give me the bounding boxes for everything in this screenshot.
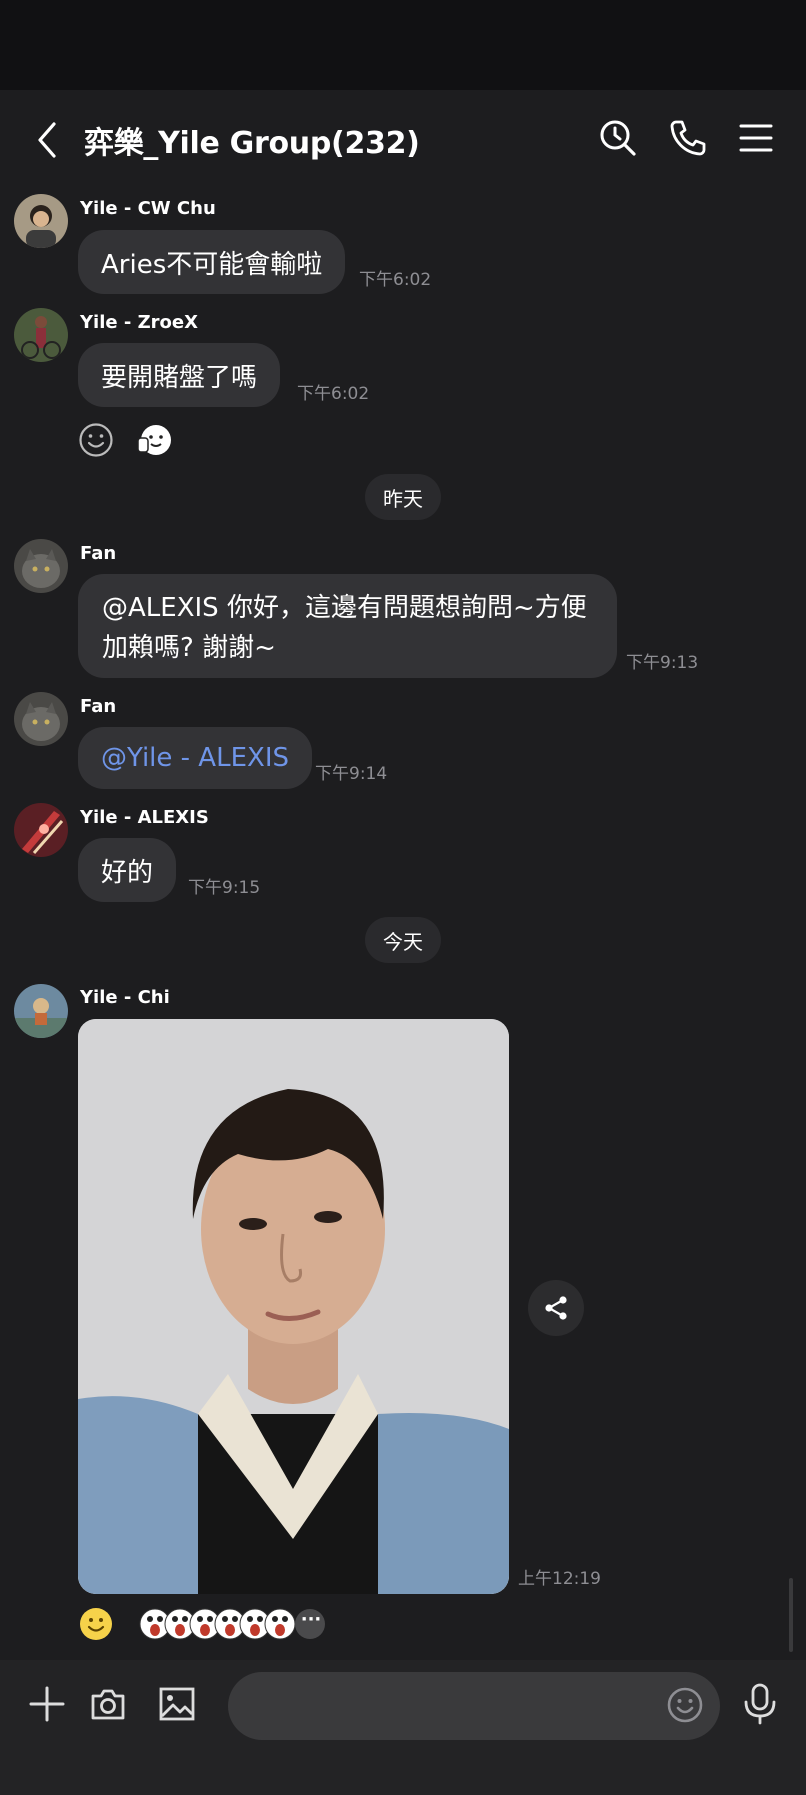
search-history-icon <box>600 120 636 156</box>
thumbs-up-sticker-icon <box>137 425 171 455</box>
image-icon <box>159 1687 195 1721</box>
sender-name: Yile - Chi <box>80 987 170 1008</box>
message-time: 下午6:02 <box>359 270 432 290</box>
add-reaction-button[interactable] <box>78 422 114 462</box>
photo-message[interactable] <box>78 1019 509 1594</box>
message-bubble[interactable]: @Yile - ALEXIS <box>78 727 312 789</box>
add-button[interactable] <box>27 1684 67 1728</box>
avatar[interactable] <box>14 692 68 746</box>
plus-icon <box>29 1686 65 1722</box>
date-divider: 今天 <box>365 917 441 963</box>
smiley-outline-icon <box>79 423 113 457</box>
hamburger-menu-icon <box>739 124 773 152</box>
camera-button[interactable] <box>88 1684 128 1728</box>
camera-icon <box>91 1689 125 1720</box>
mention-link[interactable]: @Yile - ALEXIS <box>101 743 289 773</box>
emoji-button[interactable] <box>666 1686 704 1728</box>
avatar[interactable] <box>14 539 68 593</box>
message-bubble[interactable]: @ALEXIS 你好，這邊有問題想詢問~方便加賴嗎? 謝謝~ <box>78 574 617 678</box>
reaction-smiley[interactable] <box>79 1607 113 1645</box>
reaction-stickers[interactable]: ··· <box>138 1607 328 1645</box>
share-icon <box>545 1296 567 1320</box>
sender-name: Fan <box>80 696 117 717</box>
avatar[interactable] <box>14 803 68 857</box>
scrollbar[interactable] <box>789 1578 793 1652</box>
microphone-icon <box>744 1683 776 1725</box>
message-time: 下午9:15 <box>188 878 261 898</box>
message-bubble[interactable]: 好的 <box>78 838 177 902</box>
person-portrait-image <box>78 1019 509 1594</box>
chat-title: 弈樂_Yile Group(232) <box>84 126 420 161</box>
back-button[interactable] <box>30 120 66 160</box>
message-time: 下午9:13 <box>626 653 699 673</box>
more-reactions-label[interactable]: ··· <box>298 1609 324 1630</box>
message-bubble[interactable]: 要開賭盤了嗎 <box>78 343 281 407</box>
message-input-bar <box>0 1660 806 1795</box>
message-time: 上午12:19 <box>518 1569 601 1589</box>
sender-name: Fan <box>80 543 117 564</box>
avatar[interactable] <box>14 194 68 248</box>
phone-icon <box>670 120 706 156</box>
gallery-button[interactable] <box>157 1684 197 1728</box>
sender-name: Yile - ZroeX <box>80 312 198 333</box>
voice-button[interactable] <box>740 1682 780 1730</box>
message-time: 下午9:14 <box>315 764 388 784</box>
sender-name: Yile - ALEXIS <box>80 807 209 828</box>
status-bar <box>0 0 806 90</box>
message-input[interactable] <box>228 1672 720 1740</box>
date-divider: 昨天 <box>365 474 441 520</box>
emoji-icon <box>667 1687 703 1723</box>
smiley-icon <box>80 1608 112 1640</box>
call-button[interactable] <box>668 118 708 158</box>
sticker-reaction[interactable] <box>134 420 174 464</box>
chevron-left-icon <box>38 122 56 158</box>
menu-button[interactable] <box>736 118 776 158</box>
avatar[interactable] <box>14 984 68 1038</box>
message-time: 下午6:02 <box>297 384 370 404</box>
avatar[interactable] <box>14 308 68 362</box>
sender-name: Yile - CW Chu <box>80 198 216 219</box>
history-search-button[interactable] <box>598 118 638 158</box>
message-bubble[interactable]: Aries不可能會輸啦 <box>78 230 346 294</box>
chat-header: 弈樂_Yile Group(232) <box>0 90 806 188</box>
share-button[interactable] <box>528 1280 584 1336</box>
